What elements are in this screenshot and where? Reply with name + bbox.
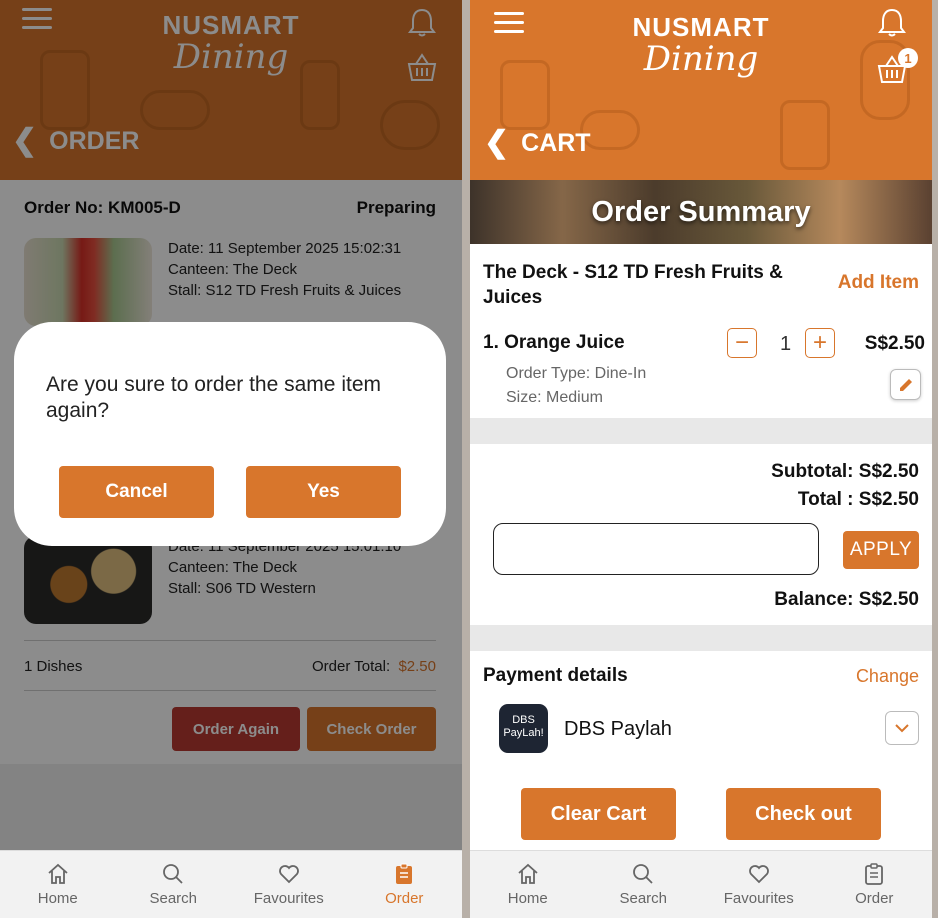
add-item-link[interactable]: Add Item: [838, 272, 919, 294]
section-separator: [470, 625, 932, 651]
banner-title: Order Summary: [591, 196, 811, 228]
plus-icon: +: [812, 329, 827, 356]
tab-favourites[interactable]: Favourites: [701, 851, 817, 918]
cart-item-name: 1. Orange Juice: [483, 332, 625, 353]
page-title: ❮ CART: [484, 126, 591, 159]
yes-button[interactable]: Yes: [246, 466, 401, 518]
heart-icon: [748, 865, 769, 884]
tab-order[interactable]: Order: [347, 851, 463, 918]
pencil-icon: [899, 378, 912, 391]
dialog-message: Are you sure to order the same item agai…: [46, 373, 381, 422]
bottom-nav: Home Search Favourites Order: [470, 850, 932, 918]
edit-item-button[interactable]: [890, 369, 921, 400]
order-screen: NUSMART Dining ❮ ORDER Order No: KM005-D…: [0, 0, 462, 918]
tab-search[interactable]: Search: [116, 851, 232, 918]
minus-icon: −: [734, 329, 749, 356]
clipboard-icon: [865, 863, 884, 885]
payment-details-title: Payment details: [483, 665, 628, 686]
search-icon: [163, 864, 183, 884]
subtotal: Subtotal: S$2.50: [771, 461, 919, 482]
quantity-value: 1: [780, 333, 792, 355]
apply-button[interactable]: APPLY: [843, 531, 919, 569]
promo-code-input[interactable]: [493, 523, 819, 575]
payment-method-name: DBS Paylah: [564, 718, 672, 740]
clear-cart-button[interactable]: Clear Cart: [521, 788, 676, 840]
checkout-button[interactable]: Check out: [726, 788, 881, 840]
back-chevron-icon[interactable]: ❮: [484, 128, 509, 158]
tab-favourites[interactable]: Favourites: [231, 851, 347, 918]
cart-count-badge: 1: [898, 48, 918, 68]
stall-name: The Deck - S12 TD Fresh Fruits & Juices: [483, 262, 783, 308]
tab-search[interactable]: Search: [586, 851, 702, 918]
chevron-down-icon: [895, 724, 909, 733]
balance: Balance: S$2.50: [774, 589, 919, 610]
section-separator: [470, 418, 932, 444]
cart-screen: NUSMART Dining 1 ❮ CART Order Summary Th…: [470, 0, 932, 918]
change-payment-link[interactable]: Change: [856, 666, 919, 687]
payment-dropdown-button[interactable]: [885, 711, 919, 745]
dbs-paylah-logo: DBS PayLah!: [499, 704, 548, 753]
item-size: Size: Medium: [506, 389, 603, 406]
clipboard-icon: [396, 863, 413, 884]
home-icon: [518, 863, 538, 884]
heart-icon: [278, 865, 299, 884]
total: Total : S$2.50: [797, 489, 919, 510]
decrease-quantity-button[interactable]: −: [727, 328, 757, 358]
tab-home[interactable]: Home: [470, 851, 586, 918]
order-summary-banner: Order Summary: [470, 180, 932, 244]
tab-order[interactable]: Order: [817, 851, 933, 918]
search-icon: [633, 864, 653, 884]
home-icon: [48, 863, 68, 884]
bell-icon[interactable]: [874, 4, 910, 40]
tab-home[interactable]: Home: [0, 851, 116, 918]
order-type: Order Type: Dine-In: [506, 365, 647, 382]
confirm-dialog: Are you sure to order the same item agai…: [14, 322, 446, 546]
cancel-button[interactable]: Cancel: [59, 466, 214, 518]
item-price: S$2.50: [864, 333, 925, 354]
brand-logo: NUSMART Dining: [632, 12, 770, 79]
increase-quantity-button[interactable]: +: [805, 328, 835, 358]
bottom-nav: Home Search Favourites Order: [0, 850, 462, 918]
app-header: NUSMART Dining 1 ❮ CART: [470, 0, 932, 180]
